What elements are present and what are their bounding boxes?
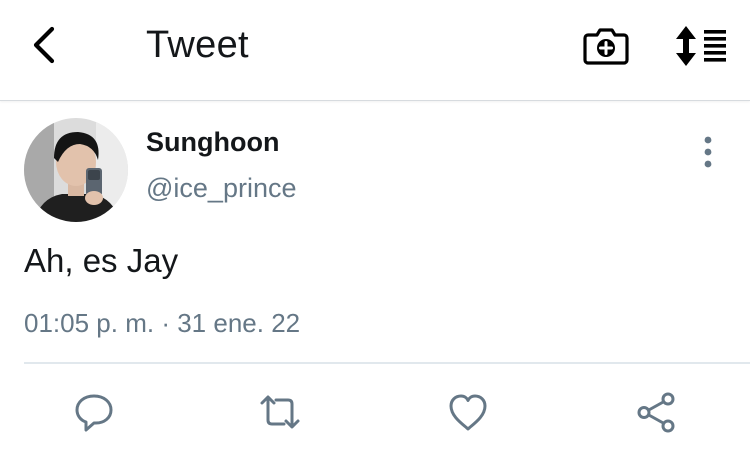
reply-button[interactable] <box>72 390 116 434</box>
share-icon <box>637 392 675 433</box>
tweet-text: Ah, es Jay <box>24 242 179 279</box>
share-button[interactable] <box>634 390 678 434</box>
tweet-meta: 01:05 p. m. · 31 ene. 22 <box>24 307 300 339</box>
top-bar: Tweet <box>0 0 750 101</box>
avatar[interactable] <box>24 118 128 222</box>
reply-icon <box>75 394 113 432</box>
meta-separator: · <box>161 308 170 338</box>
tweet-time: 01:05 p. m. <box>24 308 155 338</box>
camera-button[interactable] <box>582 24 630 68</box>
avatar-photo <box>24 118 128 222</box>
author-name[interactable]: Sunghoon <box>146 126 279 158</box>
like-button[interactable] <box>446 390 490 434</box>
camera-plus-icon <box>583 28 629 65</box>
heart-icon <box>449 394 487 431</box>
retweet-button[interactable] <box>258 390 302 434</box>
author-handle[interactable]: @ice_prince <box>146 172 296 204</box>
page-title: Tweet <box>146 24 249 66</box>
back-button[interactable] <box>22 22 68 68</box>
more-options-button[interactable] <box>690 132 726 172</box>
tweet-date: 31 ene. 22 <box>177 308 301 338</box>
divider <box>24 362 750 364</box>
sort-button[interactable] <box>674 24 730 68</box>
retweet-icon <box>260 395 300 429</box>
chevron-left-icon <box>33 26 55 64</box>
more-vertical-icon <box>704 136 712 168</box>
sort-list-icon <box>676 26 726 66</box>
